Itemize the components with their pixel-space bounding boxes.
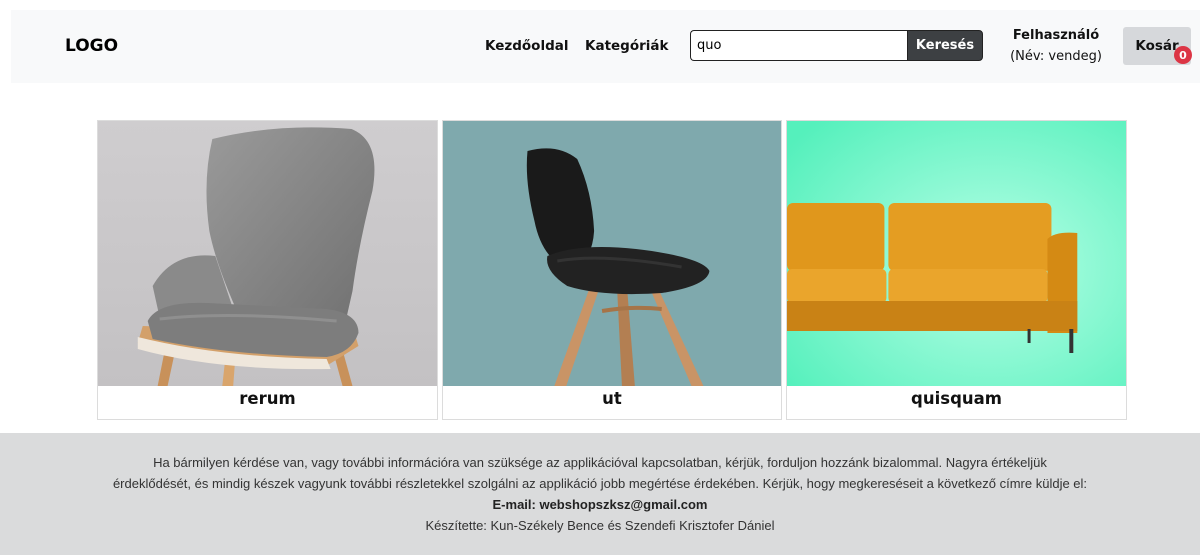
nav-link-categories[interactable]: Kategóriák [585, 38, 669, 54]
nav-link-home[interactable]: Kezdőoldal [485, 38, 568, 54]
search-button[interactable]: Keresés [907, 30, 983, 61]
footer-email[interactable]: E-mail: webshopszksz@gmail.com [0, 494, 1200, 515]
product-card[interactable]: ut [442, 120, 782, 420]
user-name-line: (Név: vendeg) [1010, 49, 1102, 64]
user-info[interactable]: Felhasználó (Név: vendeg) [996, 25, 1116, 67]
product-card[interactable]: quisquam [786, 120, 1127, 420]
product-title[interactable]: rerum [98, 389, 437, 408]
user-title: Felhasználó [1012, 28, 1100, 43]
footer-credits: Készítette: Kun-Székely Bence és Szendef… [425, 518, 775, 533]
footer-text-line-2: érdeklődését, és mindig készek vagyunk t… [112, 476, 1088, 491]
product-image-black-chair[interactable] [443, 121, 781, 386]
product-card[interactable]: rerum [97, 120, 438, 420]
search-input[interactable] [690, 30, 907, 61]
product-title[interactable]: ut [443, 389, 781, 408]
product-image-gray-armchair[interactable] [98, 121, 437, 386]
cart-count-badge: 0 [1174, 46, 1192, 64]
search-form: Keresés [690, 30, 983, 61]
product-image-orange-sofa[interactable] [787, 121, 1126, 386]
footer: Ha bármilyen kérdése van, vagy további i… [0, 433, 1200, 555]
logo[interactable]: LOGO [65, 36, 118, 56]
product-title[interactable]: quisquam [787, 389, 1126, 408]
footer-text-line-1: Ha bármilyen kérdése van, vagy további i… [153, 455, 1047, 470]
navbar: LOGO Kezdőoldal Kategóriák Keresés Felha… [11, 10, 1200, 83]
